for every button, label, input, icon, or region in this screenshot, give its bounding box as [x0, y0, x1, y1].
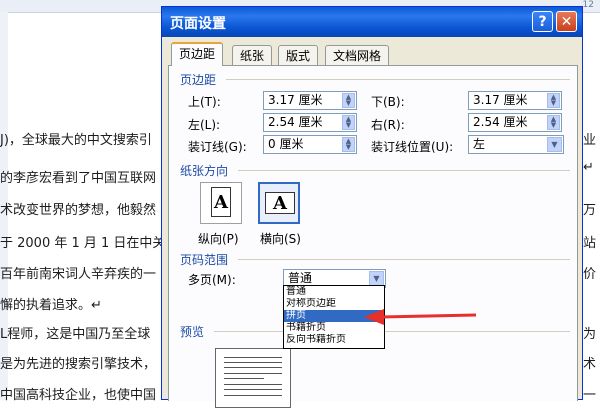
- annotation-arrow-icon: [364, 309, 477, 325]
- tab-margins[interactable]: 页边距: [171, 42, 224, 66]
